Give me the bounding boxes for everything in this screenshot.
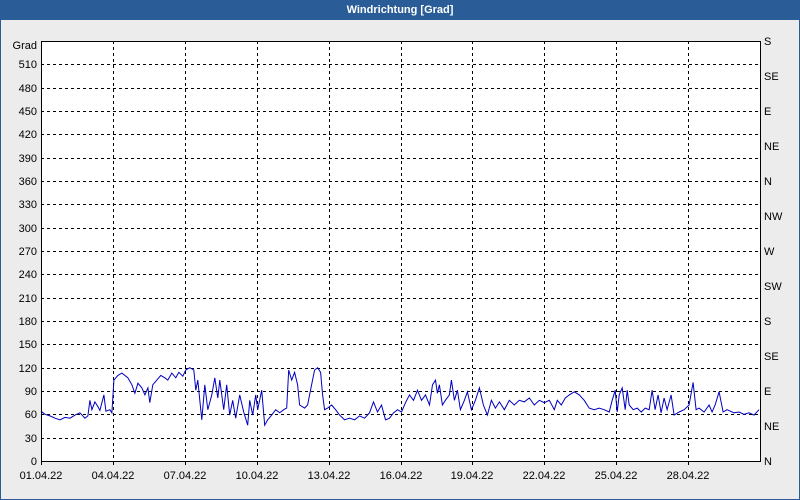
y2-tick-label: E [764,386,771,398]
chart-title: Windrichtung [Grad] [346,4,454,16]
y-tick-label: 90 [25,386,37,398]
y2-tick-label: N [764,456,772,468]
y2-tick-label: NE [764,421,779,433]
y2-tick-label: NE [764,141,779,153]
y-tick-label: 210 [19,293,37,305]
x-tick-label: 16.04.22 [380,470,423,482]
x-tick-label: 25.04.22 [595,470,638,482]
x-tick-label: 07.04.22 [164,470,207,482]
y-tick-label: 30 [25,433,37,445]
x-tick-label: 13.04.22 [308,470,351,482]
y2-tick-label: SE [764,71,779,83]
x-axis: 01.04.22 04.04.22 07.04.22 10.04.22 13.04.22… [20,461,710,482]
wind-direction-chart: 0 30 60 90 120 150 180 210 240 270 300 330 360 390 420… [13,36,783,482]
x-tick-label: 04.04.22 [92,470,135,482]
y2-tick-label: S [764,316,771,328]
x-tick-label: 28.04.22 [667,470,710,482]
y-tick-label: 180 [19,316,37,328]
y2-tick-label: NW [764,211,783,223]
y2-tick-label: W [764,246,775,258]
y2-tick-label: SW [764,281,782,293]
x-tick-label: 19.04.22 [451,470,494,482]
y-tick-label: 360 [19,176,37,188]
y2-tick-label: N [764,176,772,188]
y-tick-label: 450 [19,106,37,118]
y-tick-label: 390 [19,153,37,165]
y-tick-label: 150 [19,339,37,351]
y2-tick-label: S [764,36,771,48]
y-tick-label: 480 [19,83,37,95]
y-tick-label: 330 [19,199,37,211]
y-tick-label: 420 [19,129,37,141]
y-axis-right: N NE E SE S SW W NW N NE E SE S [764,36,783,468]
x-tick-label: 10.04.22 [236,470,279,482]
y-axis-unit-label: Grad [13,40,37,52]
x-tick-label: 01.04.22 [20,470,63,482]
y-tick-label: 270 [19,246,37,258]
y-tick-label: 60 [25,409,37,421]
y-tick-label: 510 [19,59,37,71]
title-bar: Windrichtung [Grad] [0,0,800,20]
y-tick-label: 300 [19,223,37,235]
y-axis-left: 0 30 60 90 120 150 180 210 240 270 300 330 360 390 420… [19,59,37,468]
y2-tick-label: E [764,106,771,118]
y2-tick-label: SE [764,351,779,363]
y-tick-label: 120 [19,363,37,375]
y-tick-label: 240 [19,269,37,281]
y-tick-label: 0 [31,456,37,468]
x-tick-label: 22.04.22 [523,470,566,482]
